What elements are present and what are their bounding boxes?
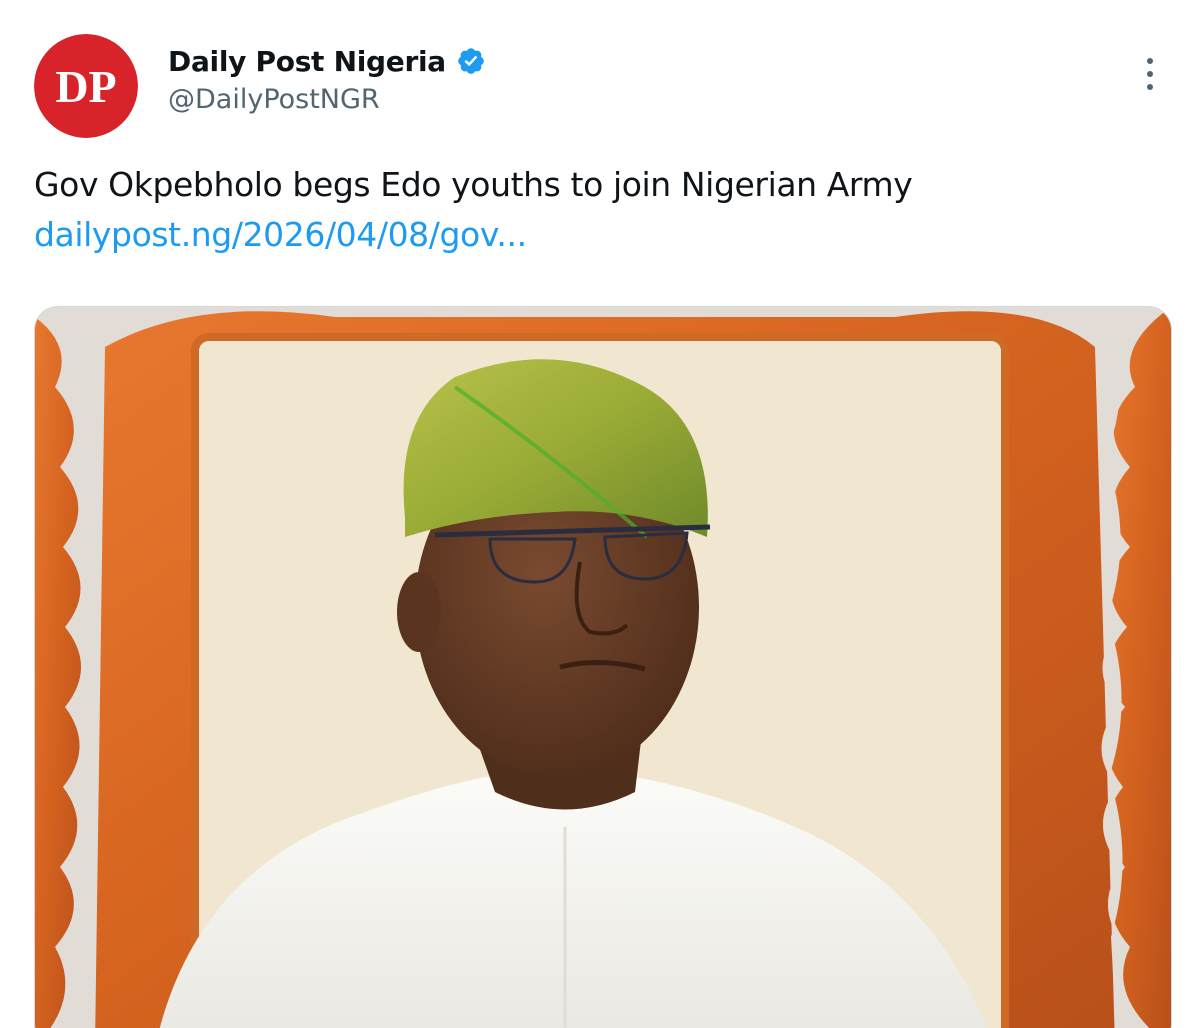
name-row: Daily Post Nigeria xyxy=(168,42,486,80)
more-vertical-icon[interactable] xyxy=(1140,56,1160,92)
avatar[interactable]: DP xyxy=(34,34,138,138)
avatar-logo-text: DP xyxy=(55,61,116,112)
avatar-logo: DP xyxy=(34,34,138,138)
tweet-text: Gov Okpebholo begs Edo youths to join Ni… xyxy=(34,160,1164,260)
verified-badge-icon xyxy=(458,48,484,74)
tweet-link[interactable]: dailypost.ng/2026/04/08/gov... xyxy=(34,210,1164,260)
tweet-header: Daily Post Nigeria @DailyPostNGR xyxy=(168,42,486,115)
portrait-photo xyxy=(35,307,1171,1028)
handle[interactable]: @DailyPostNGR xyxy=(168,84,486,115)
media-photo[interactable] xyxy=(34,306,1172,1028)
tweet-card: DP Daily Post Nigeria @DailyPostNGR Gov … xyxy=(0,0,1200,1028)
tweet-body: Gov Okpebholo begs Edo youths to join Ni… xyxy=(34,165,913,204)
display-name[interactable]: Daily Post Nigeria xyxy=(168,45,446,78)
